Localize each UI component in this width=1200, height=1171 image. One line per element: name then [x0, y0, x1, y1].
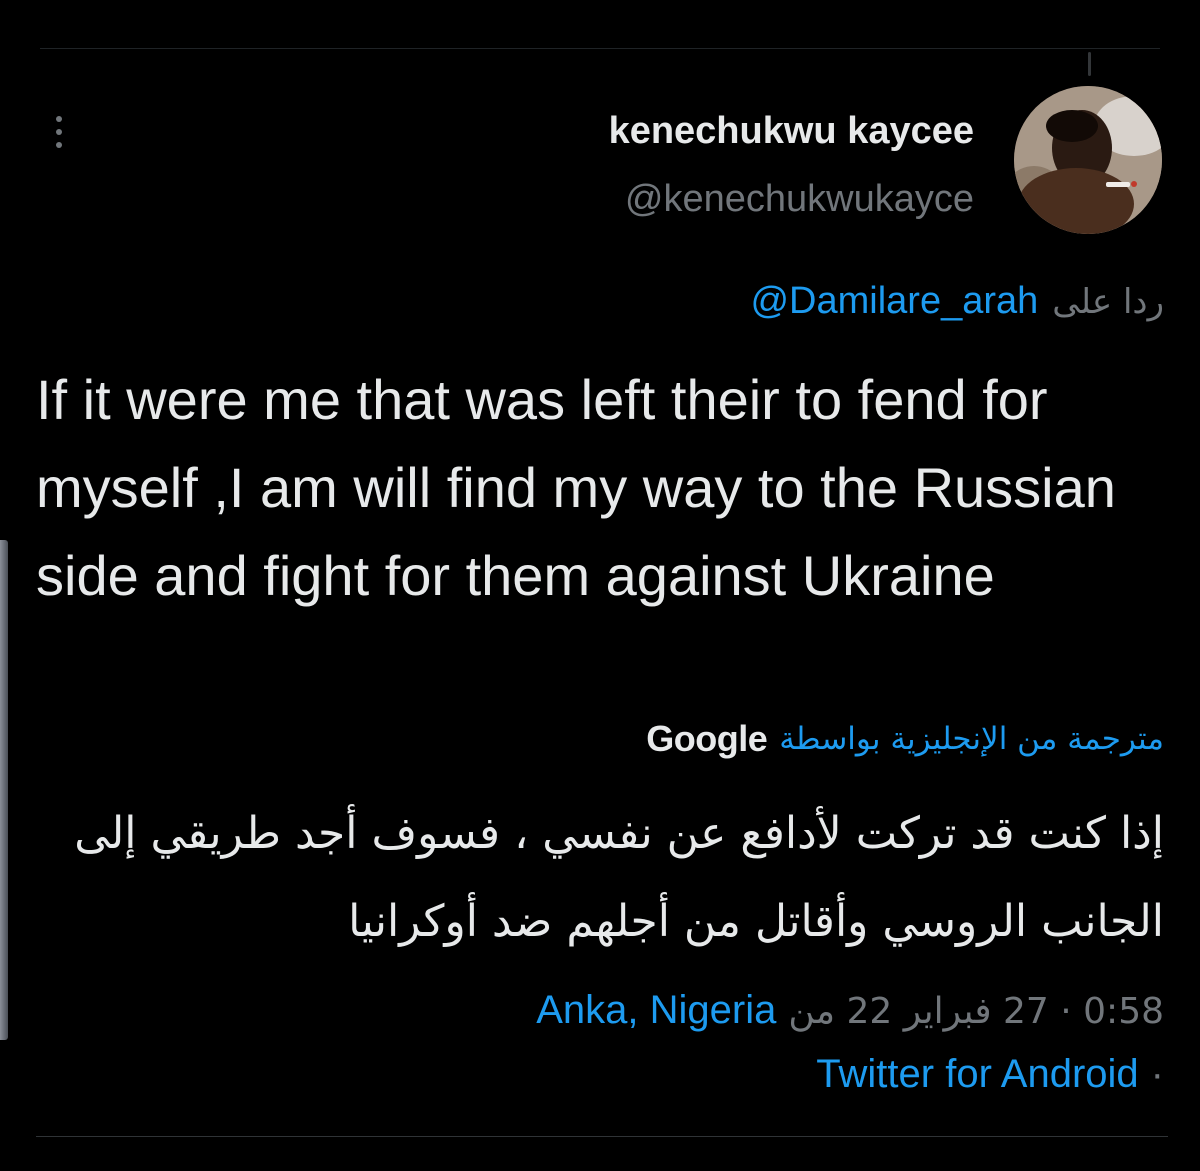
translated-by-link[interactable]: مترجمة من الإنجليزية بواسطة: [779, 721, 1164, 757]
replying-to-label: ردا على: [1052, 282, 1164, 322]
thread-connector-line: [1088, 52, 1091, 76]
translated-tweet-text: إذا كنت قد تركت لأدافع عن نفسي ، فسوف أج…: [74, 808, 1164, 947]
replying-to: ردا على @Damilare_arah: [750, 280, 1164, 323]
tweet-text: If it were me that was left their to fen…: [36, 368, 1116, 607]
more-vertical-icon-dot-3: [56, 142, 62, 148]
scroll-edge-indicator: [0, 540, 8, 1040]
bottom-divider: [36, 1136, 1168, 1137]
top-divider: [40, 48, 1160, 49]
separator-dot: ·: [1150, 1052, 1164, 1096]
tweet-source-line: · Twitter for Android: [816, 1052, 1164, 1097]
more-vertical-icon: [56, 116, 62, 122]
more-vertical-icon-dot-2: [56, 129, 62, 135]
translation-attribution: Google مترجمة من الإنجليزية بواسطة: [646, 718, 1164, 760]
reply-mention-link[interactable]: @Damilare_arah: [750, 280, 1038, 323]
author-handle[interactable]: @kenechukwukayce: [625, 178, 974, 221]
avatar-image: [1014, 86, 1162, 234]
avatar[interactable]: [1014, 86, 1162, 234]
tweet-metadata: 0:58 · 27 فبراير 22 من Anka, Nigeria: [536, 988, 1164, 1033]
more-options-button[interactable]: [44, 110, 74, 154]
tweet-source-link[interactable]: Twitter for Android: [816, 1052, 1138, 1097]
author-display-name[interactable]: kenechukwu kaycee: [609, 110, 974, 153]
google-logo: Google: [646, 718, 768, 759]
tweet-timestamp[interactable]: 0:58 · 27 فبراير 22 من: [788, 991, 1164, 1032]
tweet-location-link[interactable]: Anka, Nigeria: [536, 988, 776, 1033]
